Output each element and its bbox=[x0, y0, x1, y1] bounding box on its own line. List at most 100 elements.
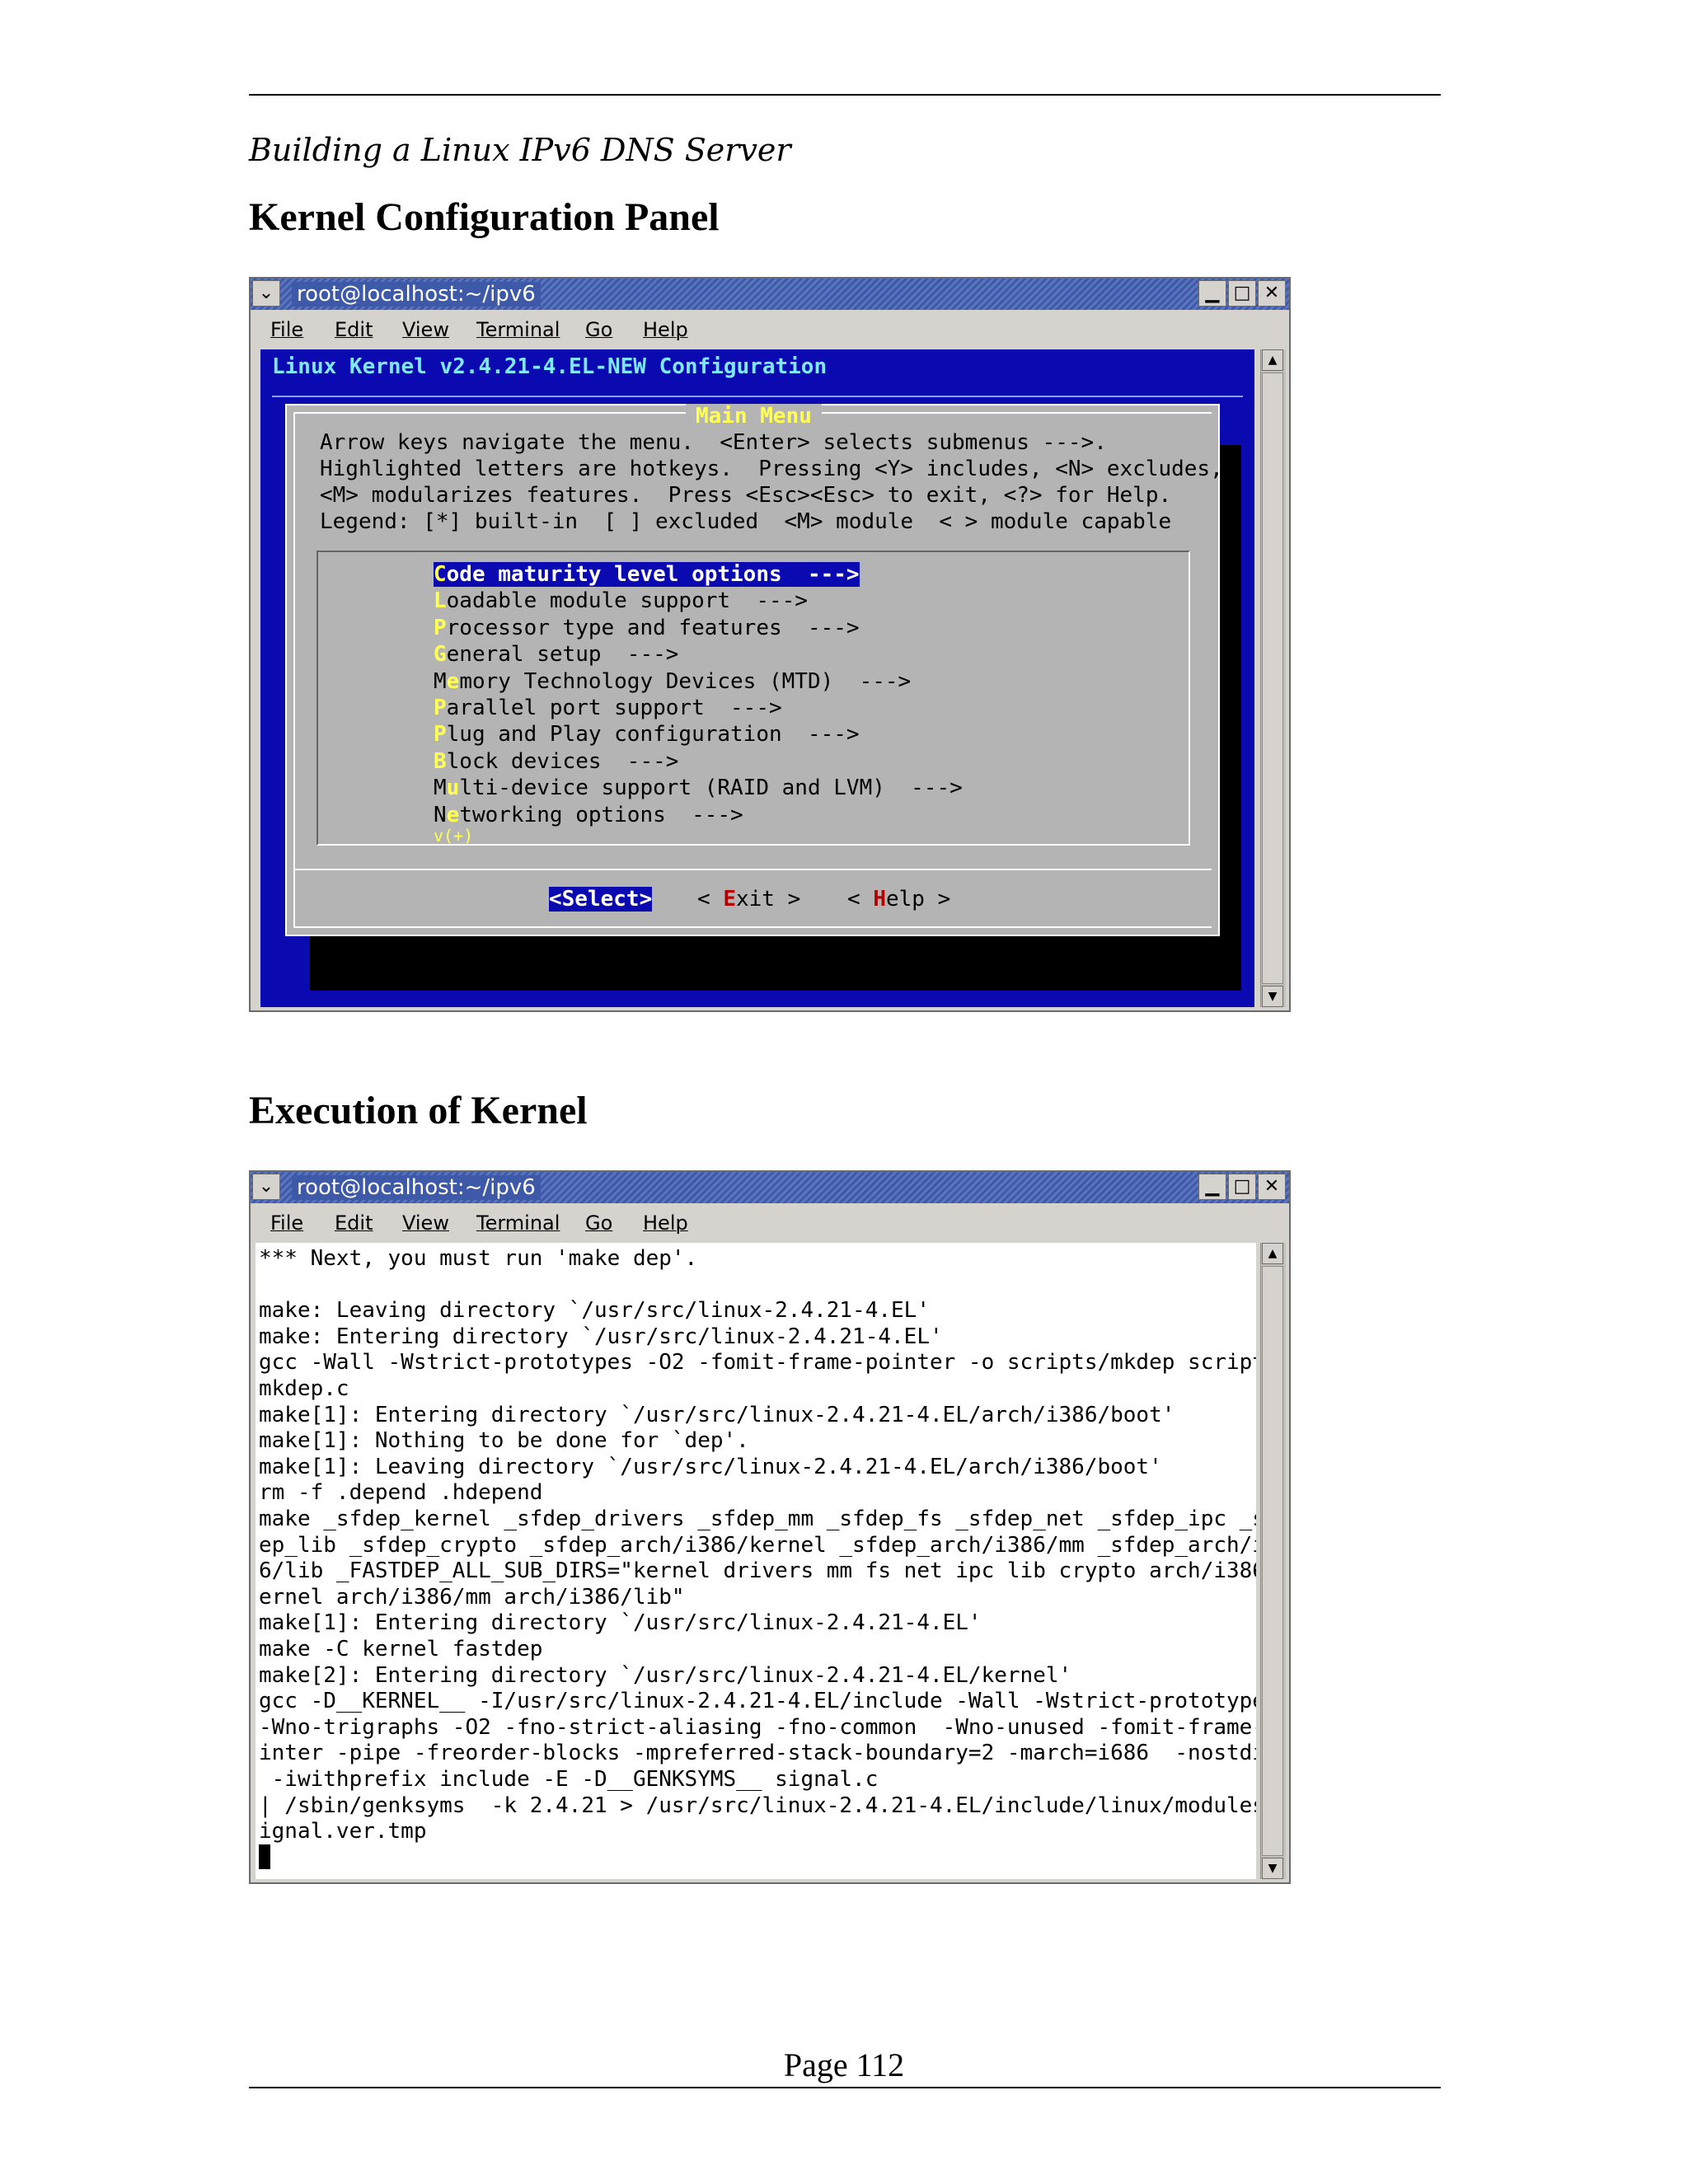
terminal-line: mkdep.c bbox=[259, 1376, 349, 1401]
terminal-line: ep_lib _sfdep_crypto _sfdep_arch/i386/ke… bbox=[259, 1532, 1256, 1558]
help-line-3: <M> modularizes features. Press <Esc><Es… bbox=[320, 483, 1172, 508]
menu-item[interactable]: Loadable module support ---> bbox=[434, 588, 808, 613]
window-menu-icon[interactable]: ⌄ bbox=[252, 1174, 280, 1200]
menu-item[interactable]: Memory Technology Devices (MTD) ---> bbox=[434, 669, 911, 694]
help-button[interactable]: < Help > bbox=[847, 887, 950, 912]
exit-button-label: xit > bbox=[735, 887, 801, 912]
button-divider bbox=[293, 869, 1212, 870]
menu-terminal[interactable]: Terminal bbox=[476, 318, 560, 341]
menu-item[interactable]: General setup ---> bbox=[434, 642, 678, 667]
terminal-window-execution: ⌄ root@localhost:~/ipv6 ▁ □ ✕ File Edit … bbox=[249, 1170, 1291, 1884]
close-icon[interactable]: ✕ bbox=[1258, 280, 1286, 307]
select-button[interactable]: <Select> bbox=[549, 887, 653, 912]
window-title: root@localhost:~/ipv6 bbox=[292, 1175, 541, 1200]
menu-item-prefix: M bbox=[434, 776, 447, 801]
menu-item-hotkey: e bbox=[446, 802, 460, 827]
menu-list-box: Code maturity level options ---> Loadable… bbox=[316, 551, 1190, 846]
menu-terminal[interactable]: Terminal bbox=[476, 1212, 560, 1235]
top-rule bbox=[249, 94, 1441, 96]
title-rule bbox=[272, 396, 1243, 397]
scroll-thumb[interactable] bbox=[1262, 1266, 1283, 1856]
menu-edit[interactable]: Edit bbox=[335, 318, 373, 341]
menu-item-prefix: N bbox=[434, 802, 447, 827]
help-button-bracket: < bbox=[847, 887, 874, 912]
terminal-line: -iwithprefix include -E -D__GENKSYMS__ s… bbox=[259, 1767, 879, 1792]
terminal-output[interactable]: *** Next, you must run 'make dep'. make: … bbox=[256, 1243, 1256, 1879]
menu-item-hotkey: B bbox=[434, 748, 447, 774]
help-line-2: Highlighted letters are hotkeys. Pressin… bbox=[320, 457, 1223, 481]
scroll-down-icon[interactable]: ▼ bbox=[1262, 1858, 1283, 1879]
close-icon[interactable]: ✕ bbox=[1258, 1174, 1286, 1200]
terminal-window-kernel-config: ⌄ root@localhost:~/ipv6 ▁ □ ✕ File Edit … bbox=[249, 277, 1291, 1012]
window-titlebar[interactable]: ⌄ root@localhost:~/ipv6 ▁ □ ✕ bbox=[251, 279, 1289, 311]
menubar: File Edit View Terminal Go Help bbox=[251, 1203, 1289, 1241]
menu-item[interactable]: Block devices ---> bbox=[434, 749, 678, 774]
menu-item-hotkey: P bbox=[434, 696, 447, 720]
menu-view[interactable]: View bbox=[402, 1212, 449, 1235]
vertical-scrollbar[interactable]: ▲ ▼ bbox=[1260, 1243, 1286, 1879]
menu-item-hotkey: P bbox=[434, 722, 447, 748]
menu-item-hotkey: G bbox=[434, 642, 447, 668]
menu-item-hotkey: C bbox=[434, 562, 447, 587]
menu-help[interactable]: Help bbox=[643, 1212, 688, 1235]
main-menu-dialog: Main Menu Arrow keys navigate the menu. … bbox=[285, 404, 1223, 936]
window-title: root@localhost:~/ipv6 bbox=[292, 282, 541, 307]
menu-item-label: eneral setup ---> bbox=[446, 642, 679, 668]
terminal-line: make -C kernel fastdep bbox=[259, 1637, 543, 1661]
menu-item[interactable]: Processor type and features ---> bbox=[434, 616, 860, 640]
minimize-icon[interactable]: ▁ bbox=[1198, 280, 1226, 307]
terminal-line: ignal.ver.tmp bbox=[259, 1819, 427, 1844]
scroll-up-icon[interactable]: ▲ bbox=[1262, 349, 1283, 371]
terminal-line: make[1]: Leaving directory `/usr/src/lin… bbox=[259, 1454, 1162, 1479]
terminal-line: ernel arch/i386/mm arch/i386/lib" bbox=[259, 1584, 685, 1610]
menu-item-prefix: M bbox=[434, 668, 447, 694]
menu-edit[interactable]: Edit bbox=[335, 1212, 373, 1235]
menu-item-hotkey: e bbox=[446, 668, 460, 694]
minimize-icon[interactable]: ▁ bbox=[1198, 1174, 1226, 1200]
menu-file[interactable]: File bbox=[270, 1212, 303, 1235]
menu-file[interactable]: File bbox=[270, 318, 303, 341]
terminal-line: -Wno-trigraphs -O2 -fno-strict-aliasing … bbox=[259, 1714, 1256, 1740]
window-menu-icon[interactable]: ⌄ bbox=[252, 280, 280, 307]
menu-help[interactable]: Help bbox=[643, 318, 688, 341]
terminal-line: | /sbin/genksyms -k 2.4.21 > /usr/src/li… bbox=[259, 1793, 1256, 1818]
terminal-line: make[1]: Entering directory `/usr/src/li… bbox=[259, 1610, 982, 1636]
section-title-kernel-config: Kernel Configuration Panel bbox=[249, 195, 720, 239]
exit-button[interactable]: < Exit > bbox=[697, 887, 800, 912]
menu-item-label: lock devices ---> bbox=[446, 748, 679, 774]
terminal-line: make: Leaving directory `/usr/src/linux-… bbox=[259, 1298, 930, 1324]
more-indicator: v(+) bbox=[434, 826, 474, 846]
menu-item-label: tworking options ---> bbox=[459, 802, 743, 827]
scroll-up-icon[interactable]: ▲ bbox=[1262, 1243, 1283, 1264]
maximize-icon[interactable]: □ bbox=[1228, 280, 1256, 307]
menu-item[interactable]: Multi-device support (RAID and LVM) ---> bbox=[434, 776, 963, 800]
menu-item-label: lti-device support (RAID and LVM) ---> bbox=[459, 776, 963, 801]
exit-button-bracket: < bbox=[697, 887, 724, 912]
menu-item-label: arallel port support ---> bbox=[446, 696, 782, 720]
menu-item-label: oadable module support ---> bbox=[446, 588, 808, 614]
menu-go[interactable]: Go bbox=[585, 1212, 612, 1235]
window-titlebar[interactable]: ⌄ root@localhost:~/ipv6 ▁ □ ✕ bbox=[251, 1172, 1289, 1204]
menu-item[interactable]: Plug and Play configuration ---> bbox=[434, 722, 860, 747]
menu-item[interactable]: Parallel port support ---> bbox=[434, 696, 782, 720]
exit-button-hotkey: E bbox=[723, 887, 736, 912]
terminal-line: make: Entering directory `/usr/src/linux… bbox=[259, 1324, 943, 1349]
menu-item[interactable]: Code maturity level options ---> bbox=[434, 562, 860, 587]
menu-item-label: lug and Play configuration ---> bbox=[446, 722, 860, 748]
maximize-icon[interactable]: □ bbox=[1228, 1174, 1256, 1200]
section-title-execution: Execution of Kernel bbox=[249, 1089, 588, 1132]
terminal-line: gcc -D__KERNEL__ -I/usr/src/linux-2.4.21… bbox=[259, 1689, 1256, 1714]
menu-go[interactable]: Go bbox=[585, 318, 612, 341]
terminal-line: inter -pipe -freorder-blocks -mpreferred… bbox=[259, 1741, 1256, 1766]
scroll-down-icon[interactable]: ▼ bbox=[1262, 986, 1283, 1007]
dialog-title: Main Menu bbox=[686, 404, 822, 429]
scroll-thumb[interactable] bbox=[1262, 373, 1283, 984]
menu-item-label: rocessor type and features ---> bbox=[446, 615, 860, 640]
menu-item[interactable]: Networking options ---> bbox=[434, 803, 743, 827]
terminal-line: 6/lib _FASTDEP_ALL_SUB_DIRS="kernel driv… bbox=[259, 1558, 1256, 1584]
vertical-scrollbar[interactable]: ▲ ▼ bbox=[1260, 349, 1286, 1007]
terminal-line: make _sfdep_kernel _sfdep_drivers _sfdep… bbox=[259, 1507, 1256, 1531]
menu-view[interactable]: View bbox=[402, 318, 449, 341]
terminal-line: make[1]: Nothing to be done for `dep'. bbox=[259, 1428, 749, 1454]
help-button-label: elp > bbox=[885, 887, 951, 912]
